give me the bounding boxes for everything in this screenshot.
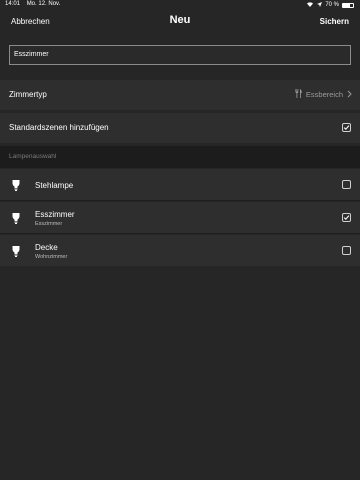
lamp-name: Esszimmer xyxy=(35,210,75,219)
page-title: Neu xyxy=(169,14,191,26)
lamp-checkbox[interactable] xyxy=(342,180,351,189)
lamp-name: Decke xyxy=(35,243,58,252)
room-type-label: Zimmertyp xyxy=(9,90,47,99)
status-bar: 14:01 Mo. 12. Nov. 70 % xyxy=(0,0,360,12)
room-name-input[interactable]: Esszimmer xyxy=(9,45,351,65)
lamp-section-header: Lampenauswahl xyxy=(0,146,360,168)
bulb-icon xyxy=(12,211,20,229)
lamp-row-stehlampe[interactable]: Stehlampe xyxy=(0,169,360,200)
lamp-room: Esszimmer xyxy=(35,221,63,227)
divider xyxy=(0,200,360,201)
checkmark-icon xyxy=(343,215,350,221)
lamp-section-title: Lampenauswahl xyxy=(9,153,57,160)
lamp-row-esszimmer[interactable]: Esszimmer Esszimmer xyxy=(0,202,360,233)
lamp-checkbox[interactable] xyxy=(342,246,351,255)
save-button[interactable]: Sichern xyxy=(320,17,349,26)
bulb-icon xyxy=(12,178,20,196)
bulb-icon xyxy=(12,244,20,262)
status-date: Mo. 12. Nov. xyxy=(26,1,61,7)
checkmark-icon xyxy=(343,125,350,131)
battery-icon xyxy=(342,2,354,8)
room-type-value: Essbereich xyxy=(305,90,343,99)
status-time: 14:01 xyxy=(5,1,21,7)
standard-scenes-label: Standardszenen hinzufügen xyxy=(9,123,109,132)
standard-scenes-checkbox[interactable] xyxy=(342,123,351,132)
wifi-icon xyxy=(306,1,314,9)
battery-text: 70 % xyxy=(325,2,339,8)
lamp-name: Stehlampe xyxy=(35,181,74,190)
room-type-row[interactable]: Zimmertyp Essbereich xyxy=(0,80,360,110)
lamp-row-decke[interactable]: Decke Wohnzimmer xyxy=(0,235,360,266)
lamp-room: Wohnzimmer xyxy=(35,254,68,260)
standard-scenes-row[interactable]: Standardszenen hinzufügen xyxy=(0,113,360,143)
divider xyxy=(0,233,360,234)
navigation-bar: Abbrechen Neu Sichern xyxy=(0,12,360,32)
lamp-checkbox[interactable] xyxy=(342,213,351,222)
chevron-right-icon xyxy=(347,90,352,100)
fork-knife-icon xyxy=(295,89,302,100)
location-icon xyxy=(317,1,323,9)
